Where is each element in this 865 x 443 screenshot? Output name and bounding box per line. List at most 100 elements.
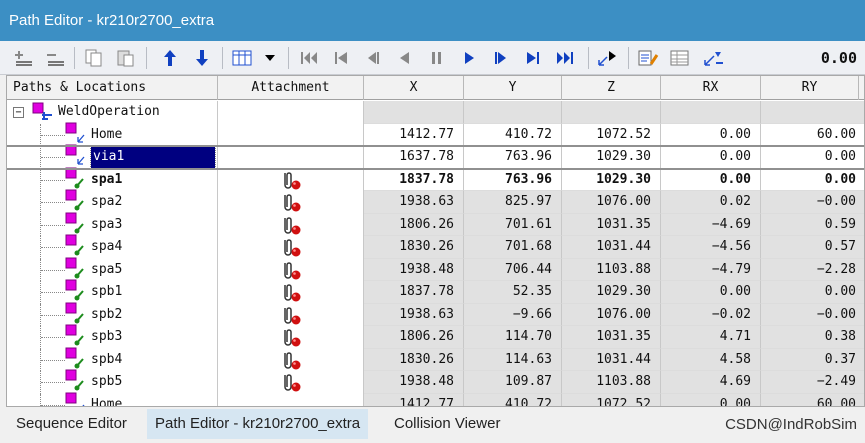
- tree-root-row[interactable]: − WeldOperation: [7, 101, 864, 124]
- table-row[interactable]: spa2 1938.63 825.97 1076.00 0.02 −0.00: [7, 189, 864, 214]
- location-name[interactable]: spa1: [91, 169, 122, 191]
- column-header-rx[interactable]: RX: [661, 76, 761, 100]
- teach-button[interactable]: [702, 46, 726, 70]
- value-cell-x[interactable]: 1637.78: [364, 146, 464, 169]
- attachment-cell[interactable]: [218, 213, 364, 236]
- value-cell-x[interactable]: 1806.26: [364, 213, 464, 236]
- location-name[interactable]: Home: [91, 124, 122, 146]
- value-cell-rx[interactable]: −0.02: [661, 303, 761, 326]
- column-header-paths[interactable]: Paths & Locations: [7, 76, 218, 100]
- paste-button[interactable]: [114, 46, 138, 70]
- attachment-cell[interactable]: [218, 168, 364, 191]
- attachment-cell[interactable]: [218, 258, 364, 281]
- table-row[interactable]: spa3 1806.26 701.61 1031.35 −4.69 0.59: [7, 212, 864, 236]
- value-cell-y[interactable]: 410.72: [464, 123, 562, 146]
- attachment-cell[interactable]: [218, 393, 364, 406]
- value-cell-z[interactable]: 1031.44: [562, 236, 661, 259]
- value-cell-ry[interactable]: 0.00: [761, 169, 864, 191]
- table-row[interactable]: Home 1412.77 410.72 1072.52 0.00 60.00: [7, 122, 864, 146]
- value-cell-x[interactable]: 1806.26: [364, 326, 464, 349]
- column-header-attachment[interactable]: Attachment: [218, 76, 364, 100]
- value-cell-z[interactable]: 1031.35: [562, 213, 661, 236]
- column-header-y[interactable]: Y: [464, 76, 562, 100]
- value-cell-rx[interactable]: 0.00: [661, 168, 761, 191]
- value-cell-ry[interactable]: 0.37: [761, 348, 864, 371]
- value-cell-x[interactable]: 1412.77: [364, 123, 464, 146]
- value-cell-ry[interactable]: 0.59: [761, 213, 864, 236]
- attachment-cell[interactable]: [218, 281, 364, 304]
- attachment-cell[interactable]: [218, 236, 364, 259]
- value-cell-x[interactable]: 1938.48: [364, 258, 464, 281]
- move-up-button[interactable]: [158, 46, 182, 70]
- tab-sequence-editor[interactable]: Sequence Editor: [8, 409, 135, 439]
- fast-forward-to-end-button[interactable]: [554, 46, 578, 70]
- location-name[interactable]: spb5: [91, 371, 122, 393]
- value-cell-y[interactable]: 763.96: [464, 168, 562, 191]
- table-row[interactable]: spa4 1830.26 701.68 1031.44 −4.56 0.57: [7, 234, 864, 259]
- value-cell-z[interactable]: 1076.00: [562, 303, 661, 326]
- value-cell-x[interactable]: 1830.26: [364, 236, 464, 259]
- value-cell-x[interactable]: 1938.48: [364, 371, 464, 394]
- step-backward-button[interactable]: [362, 46, 384, 70]
- value-cell-y[interactable]: 52.35: [464, 281, 562, 304]
- value-cell-y[interactable]: 410.72: [464, 393, 562, 406]
- table-row[interactable]: spb2 1938.63 −9.66 1076.00 −0.02 −0.00: [7, 302, 864, 326]
- pause-button[interactable]: [426, 46, 448, 70]
- edit-button[interactable]: [636, 46, 660, 70]
- value-cell-z[interactable]: 1103.88: [562, 258, 661, 281]
- value-cell-x[interactable]: 1938.63: [364, 303, 464, 326]
- value-cell-y[interactable]: 706.44: [464, 258, 562, 281]
- location-name[interactable]: spa4: [91, 236, 122, 258]
- value-cell-ry[interactable]: −0.00: [761, 303, 864, 326]
- table-button[interactable]: [668, 46, 692, 70]
- table-row[interactable]: spb5 1938.48 109.87 1103.88 4.69 −2.49: [7, 369, 864, 394]
- value-cell-x[interactable]: 1938.63: [364, 191, 464, 214]
- value-cell-y[interactable]: 114.70: [464, 326, 562, 349]
- value-cell-y[interactable]: 701.61: [464, 213, 562, 236]
- copy-button[interactable]: [82, 46, 106, 70]
- table-row[interactable]: spa1 1837.78 763.96 1029.30 0.00 0.00: [7, 167, 864, 191]
- value-cell-rx[interactable]: 0.00: [661, 146, 761, 169]
- attachment-cell[interactable]: [218, 303, 364, 326]
- value-cell-rx[interactable]: 4.71: [661, 326, 761, 349]
- value-cell-rx[interactable]: 0.00: [661, 393, 761, 406]
- value-cell-y[interactable]: 825.97: [464, 191, 562, 214]
- value-cell-y[interactable]: 114.63: [464, 348, 562, 371]
- table-row[interactable]: spb4 1830.26 114.63 1031.44 4.58 0.37: [7, 347, 864, 371]
- value-cell-z[interactable]: 1029.30: [562, 281, 661, 304]
- table-row[interactable]: Home 1412.77 410.72 1072.52 0.00 60.00: [7, 392, 864, 406]
- value-cell-ry[interactable]: 0.38: [761, 326, 864, 349]
- tab-path-editor[interactable]: Path Editor - kr210r2700_extra: [147, 409, 369, 439]
- columns-button[interactable]: [230, 46, 256, 70]
- column-header-x[interactable]: X: [364, 76, 464, 100]
- value-cell-x[interactable]: 1837.78: [364, 281, 464, 304]
- value-cell-z[interactable]: 1103.88: [562, 371, 661, 394]
- value-cell-z[interactable]: 1076.00: [562, 191, 661, 214]
- value-cell-rx[interactable]: −4.56: [661, 236, 761, 259]
- attachment-cell[interactable]: [218, 371, 364, 394]
- add-location-button[interactable]: [12, 46, 36, 70]
- attachment-cell[interactable]: [218, 348, 364, 371]
- value-cell-rx[interactable]: 0.00: [661, 281, 761, 304]
- value-cell-ry[interactable]: −2.49: [761, 371, 864, 394]
- play-backward-button[interactable]: [394, 46, 416, 70]
- location-name[interactable]: via1: [90, 145, 216, 169]
- column-header-z[interactable]: Z: [562, 76, 661, 100]
- table-row[interactable]: via1 1637.78 763.96 1029.30 0.00 0.00: [7, 144, 864, 169]
- value-cell-ry[interactable]: 60.00: [761, 124, 864, 146]
- table-row[interactable]: spb1 1837.78 52.35 1029.30 0.00 0.00: [7, 279, 864, 304]
- location-name[interactable]: spb3: [91, 326, 122, 348]
- value-cell-x[interactable]: 1412.77: [364, 393, 464, 406]
- value-cell-ry[interactable]: 0.00: [761, 146, 864, 169]
- value-cell-z[interactable]: 1029.30: [562, 168, 661, 191]
- location-name[interactable]: spa5: [91, 259, 122, 281]
- value-cell-ry[interactable]: 0.57: [761, 236, 864, 259]
- set-location-button[interactable]: [596, 46, 620, 70]
- location-name[interactable]: spb2: [91, 304, 122, 326]
- value-cell-z[interactable]: 1072.52: [562, 123, 661, 146]
- value-cell-y[interactable]: 701.68: [464, 236, 562, 259]
- play-forward-button[interactable]: [458, 46, 480, 70]
- value-cell-x[interactable]: 1830.26: [364, 348, 464, 371]
- column-header-ry[interactable]: RY: [761, 76, 859, 100]
- table-row[interactable]: spa5 1938.48 706.44 1103.88 −4.79 −2.28: [7, 257, 864, 281]
